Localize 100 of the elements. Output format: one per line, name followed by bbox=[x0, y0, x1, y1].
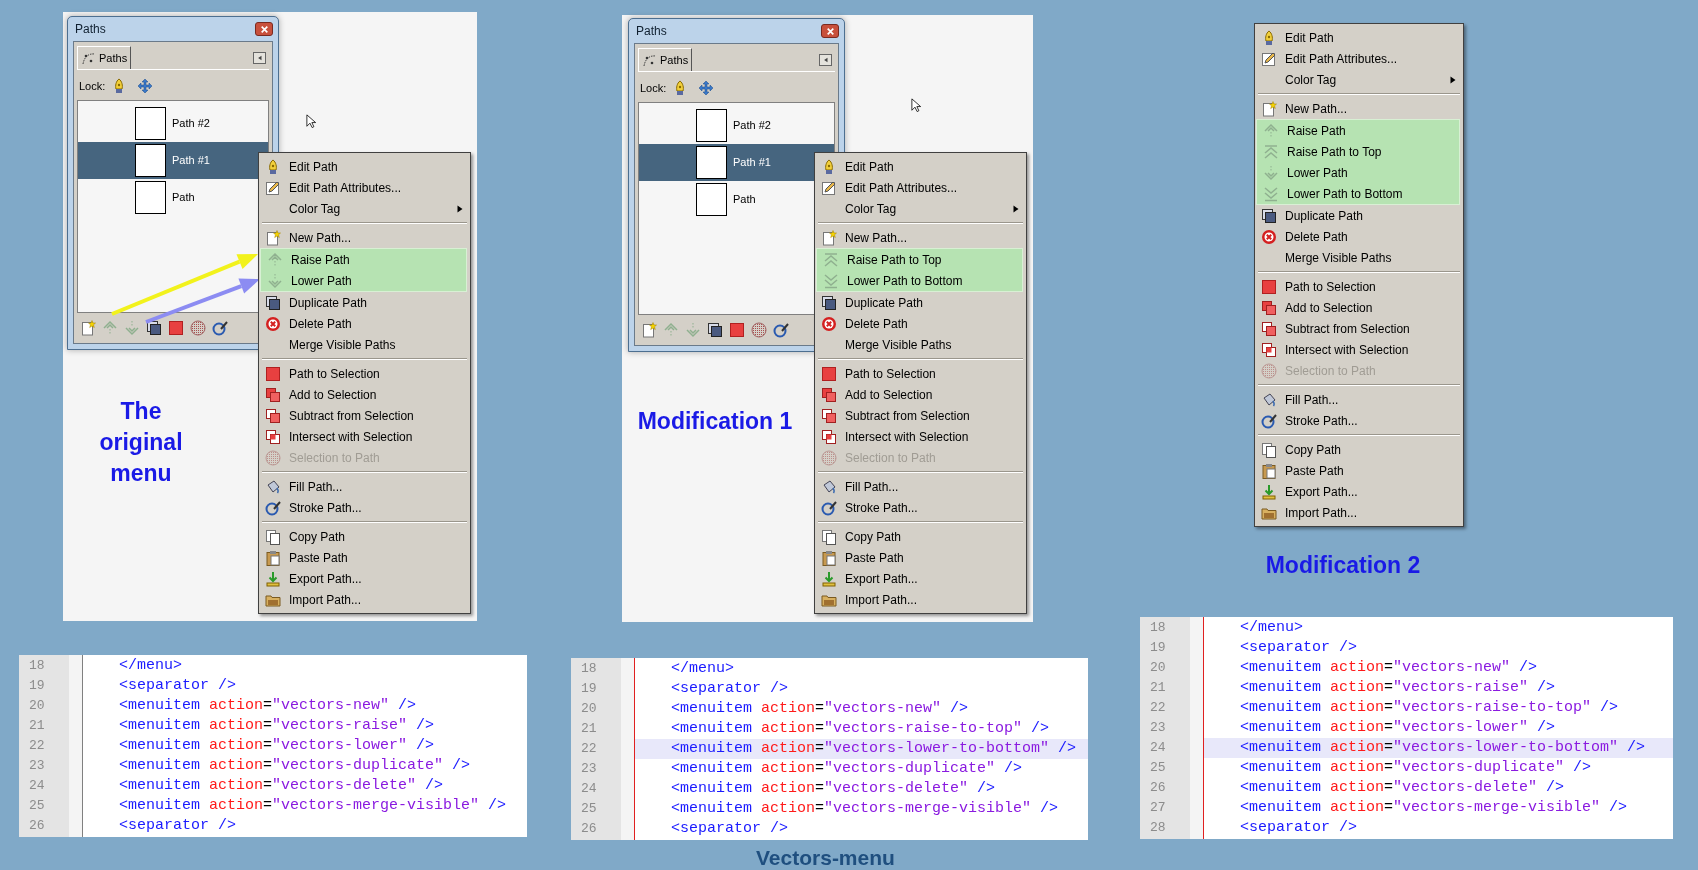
menu-item[interactable]: Subtract from Selection bbox=[259, 405, 470, 426]
line-number: 19 bbox=[580, 680, 598, 698]
menu-item[interactable]: Add to Selection bbox=[815, 384, 1026, 405]
panel-menu-button[interactable] bbox=[253, 52, 266, 64]
menu-item[interactable]: Edit Path bbox=[1255, 27, 1463, 48]
menu-item[interactable]: Fill Path... bbox=[259, 476, 470, 497]
path-row[interactable]: Path #1 bbox=[639, 144, 834, 181]
menu-item[interactable]: Color Tag bbox=[259, 198, 470, 219]
menu-item[interactable]: Merge Visible Paths bbox=[815, 334, 1026, 355]
line-number: 24 bbox=[1149, 739, 1167, 757]
menu-item[interactable]: Lower Path bbox=[261, 270, 466, 291]
menu-item[interactable]: Duplicate Path bbox=[1255, 205, 1463, 226]
double-down-arrow-icon bbox=[823, 272, 839, 289]
menu-item[interactable]: Lower Path bbox=[1257, 162, 1459, 183]
panel-tab[interactable]: Paths bbox=[638, 48, 693, 71]
menu-item[interactable]: Add to Selection bbox=[259, 384, 470, 405]
menu-item[interactable]: Stroke Path... bbox=[815, 497, 1026, 518]
menu-item[interactable]: Paste Path bbox=[259, 547, 470, 568]
menu-item[interactable]: Subtract from Selection bbox=[815, 405, 1026, 426]
menu-item[interactable]: Merge Visible Paths bbox=[259, 334, 470, 355]
menu-item[interactable]: Fill Path... bbox=[815, 476, 1026, 497]
menu-item[interactable]: Edit Path Attributes... bbox=[259, 177, 470, 198]
menu-item[interactable]: New Path... bbox=[1255, 98, 1463, 119]
close-button[interactable] bbox=[821, 24, 839, 38]
menu-item[interactable]: Duplicate Path bbox=[259, 292, 470, 313]
menu-item[interactable]: Delete Path bbox=[815, 313, 1026, 334]
panel-tab[interactable]: Paths bbox=[77, 46, 132, 69]
menu-item[interactable]: Stroke Path... bbox=[259, 497, 470, 518]
clipboard-icon bbox=[821, 549, 837, 566]
menu-item[interactable]: Import Path... bbox=[259, 589, 470, 610]
menu-item[interactable]: Copy Path bbox=[1255, 439, 1463, 460]
lock-position-toggle[interactable] bbox=[137, 78, 154, 94]
menu-item[interactable]: Intersect with Selection bbox=[815, 426, 1026, 447]
double-down-arrow-icon bbox=[1263, 185, 1279, 202]
code-line: <menuitem action="vectors-raise" /> bbox=[1239, 678, 1557, 698]
menu-item[interactable]: Copy Path bbox=[815, 526, 1026, 547]
clipboard-icon bbox=[1261, 462, 1277, 479]
line-number: 26 bbox=[1149, 779, 1167, 797]
line-number: 20 bbox=[28, 697, 46, 715]
line-number: 21 bbox=[28, 717, 46, 735]
window-title: Paths bbox=[635, 23, 667, 40]
menu-item[interactable]: Delete Path bbox=[259, 313, 470, 334]
menu-item[interactable]: Merge Visible Paths bbox=[1255, 247, 1463, 268]
menu-item[interactable]: Path to Selection bbox=[815, 363, 1026, 384]
menu-item[interactable]: Fill Path... bbox=[1255, 389, 1463, 410]
menu-item[interactable]: Paste Path bbox=[815, 547, 1026, 568]
menu-item[interactable]: Raise Path bbox=[1257, 120, 1459, 141]
menu-item[interactable]: Lower Path to Bottom bbox=[817, 270, 1022, 291]
menu-item[interactable]: Paste Path bbox=[1255, 460, 1463, 481]
toolbar-button[interactable] bbox=[146, 320, 162, 336]
menu-item[interactable]: Raise Path to Top bbox=[1257, 141, 1459, 162]
menu-item[interactable]: Export Path... bbox=[1255, 481, 1463, 502]
menu-item[interactable]: New Path... bbox=[259, 227, 470, 248]
code-line: <menuitem action="vectors-new" /> bbox=[1239, 658, 1539, 678]
menu-item[interactable]: Raise Path bbox=[261, 249, 466, 270]
path-thumbnail bbox=[696, 146, 727, 179]
menu-item[interactable]: Export Path... bbox=[259, 568, 470, 589]
menu-item[interactable]: Export Path... bbox=[815, 568, 1026, 589]
menu-item[interactable]: Copy Path bbox=[259, 526, 470, 547]
lock-position-toggle[interactable] bbox=[698, 80, 715, 96]
new-page-icon bbox=[265, 229, 281, 246]
menu-item[interactable]: Edit Path Attributes... bbox=[1255, 48, 1463, 69]
path-thumbnail bbox=[696, 109, 727, 142]
line-number: 20 bbox=[580, 700, 598, 718]
path-row[interactable]: Path #1 bbox=[78, 142, 268, 179]
menu-item[interactable]: Subtract from Selection bbox=[1255, 318, 1463, 339]
menu-item[interactable]: Delete Path bbox=[1255, 226, 1463, 247]
brush-circle-icon bbox=[265, 499, 281, 516]
delete-icon bbox=[821, 315, 837, 332]
menu-item[interactable]: Intersect with Selection bbox=[259, 426, 470, 447]
menu-item[interactable]: Path to Selection bbox=[259, 363, 470, 384]
menu-item[interactable]: Path to Selection bbox=[1255, 276, 1463, 297]
path-row[interactable]: Path #2 bbox=[78, 105, 268, 142]
toolbar-button[interactable] bbox=[212, 320, 228, 336]
menu-item[interactable]: Color Tag bbox=[815, 198, 1026, 219]
toolbar-button[interactable] bbox=[707, 322, 723, 338]
code-line: <menuitem action="vectors-new" /> bbox=[118, 696, 418, 716]
menu-item[interactable]: Intersect with Selection bbox=[1255, 339, 1463, 360]
menu-item[interactable]: Stroke Path... bbox=[1255, 410, 1463, 431]
menu-item[interactable]: Lower Path to Bottom bbox=[1257, 183, 1459, 204]
footer-caption: Vectors-menu bbox=[756, 845, 895, 870]
panel-menu-button[interactable] bbox=[819, 54, 832, 66]
line-number: 27 bbox=[1149, 799, 1167, 817]
line-number: 19 bbox=[28, 677, 46, 695]
menu-item[interactable]: Import Path... bbox=[1255, 502, 1463, 523]
menu-item[interactable]: Color Tag bbox=[1255, 69, 1463, 90]
menu-item[interactable]: Duplicate Path bbox=[815, 292, 1026, 313]
menu-item[interactable]: Add to Selection bbox=[1255, 297, 1463, 318]
line-number: 23 bbox=[28, 757, 46, 775]
path-row[interactable]: Path #2 bbox=[639, 107, 834, 144]
filled-square-icon bbox=[265, 365, 281, 382]
menu-item[interactable]: Raise Path to Top bbox=[817, 249, 1022, 270]
line-number: 28 bbox=[1149, 819, 1167, 837]
toolbar-button[interactable] bbox=[773, 322, 789, 338]
delete-icon bbox=[265, 315, 281, 332]
close-button[interactable] bbox=[255, 22, 273, 36]
new-page-icon bbox=[80, 320, 96, 336]
menu-item[interactable]: New Path... bbox=[815, 227, 1026, 248]
menu-item[interactable]: Import Path... bbox=[815, 589, 1026, 610]
code-line: <separator /> bbox=[670, 819, 790, 839]
